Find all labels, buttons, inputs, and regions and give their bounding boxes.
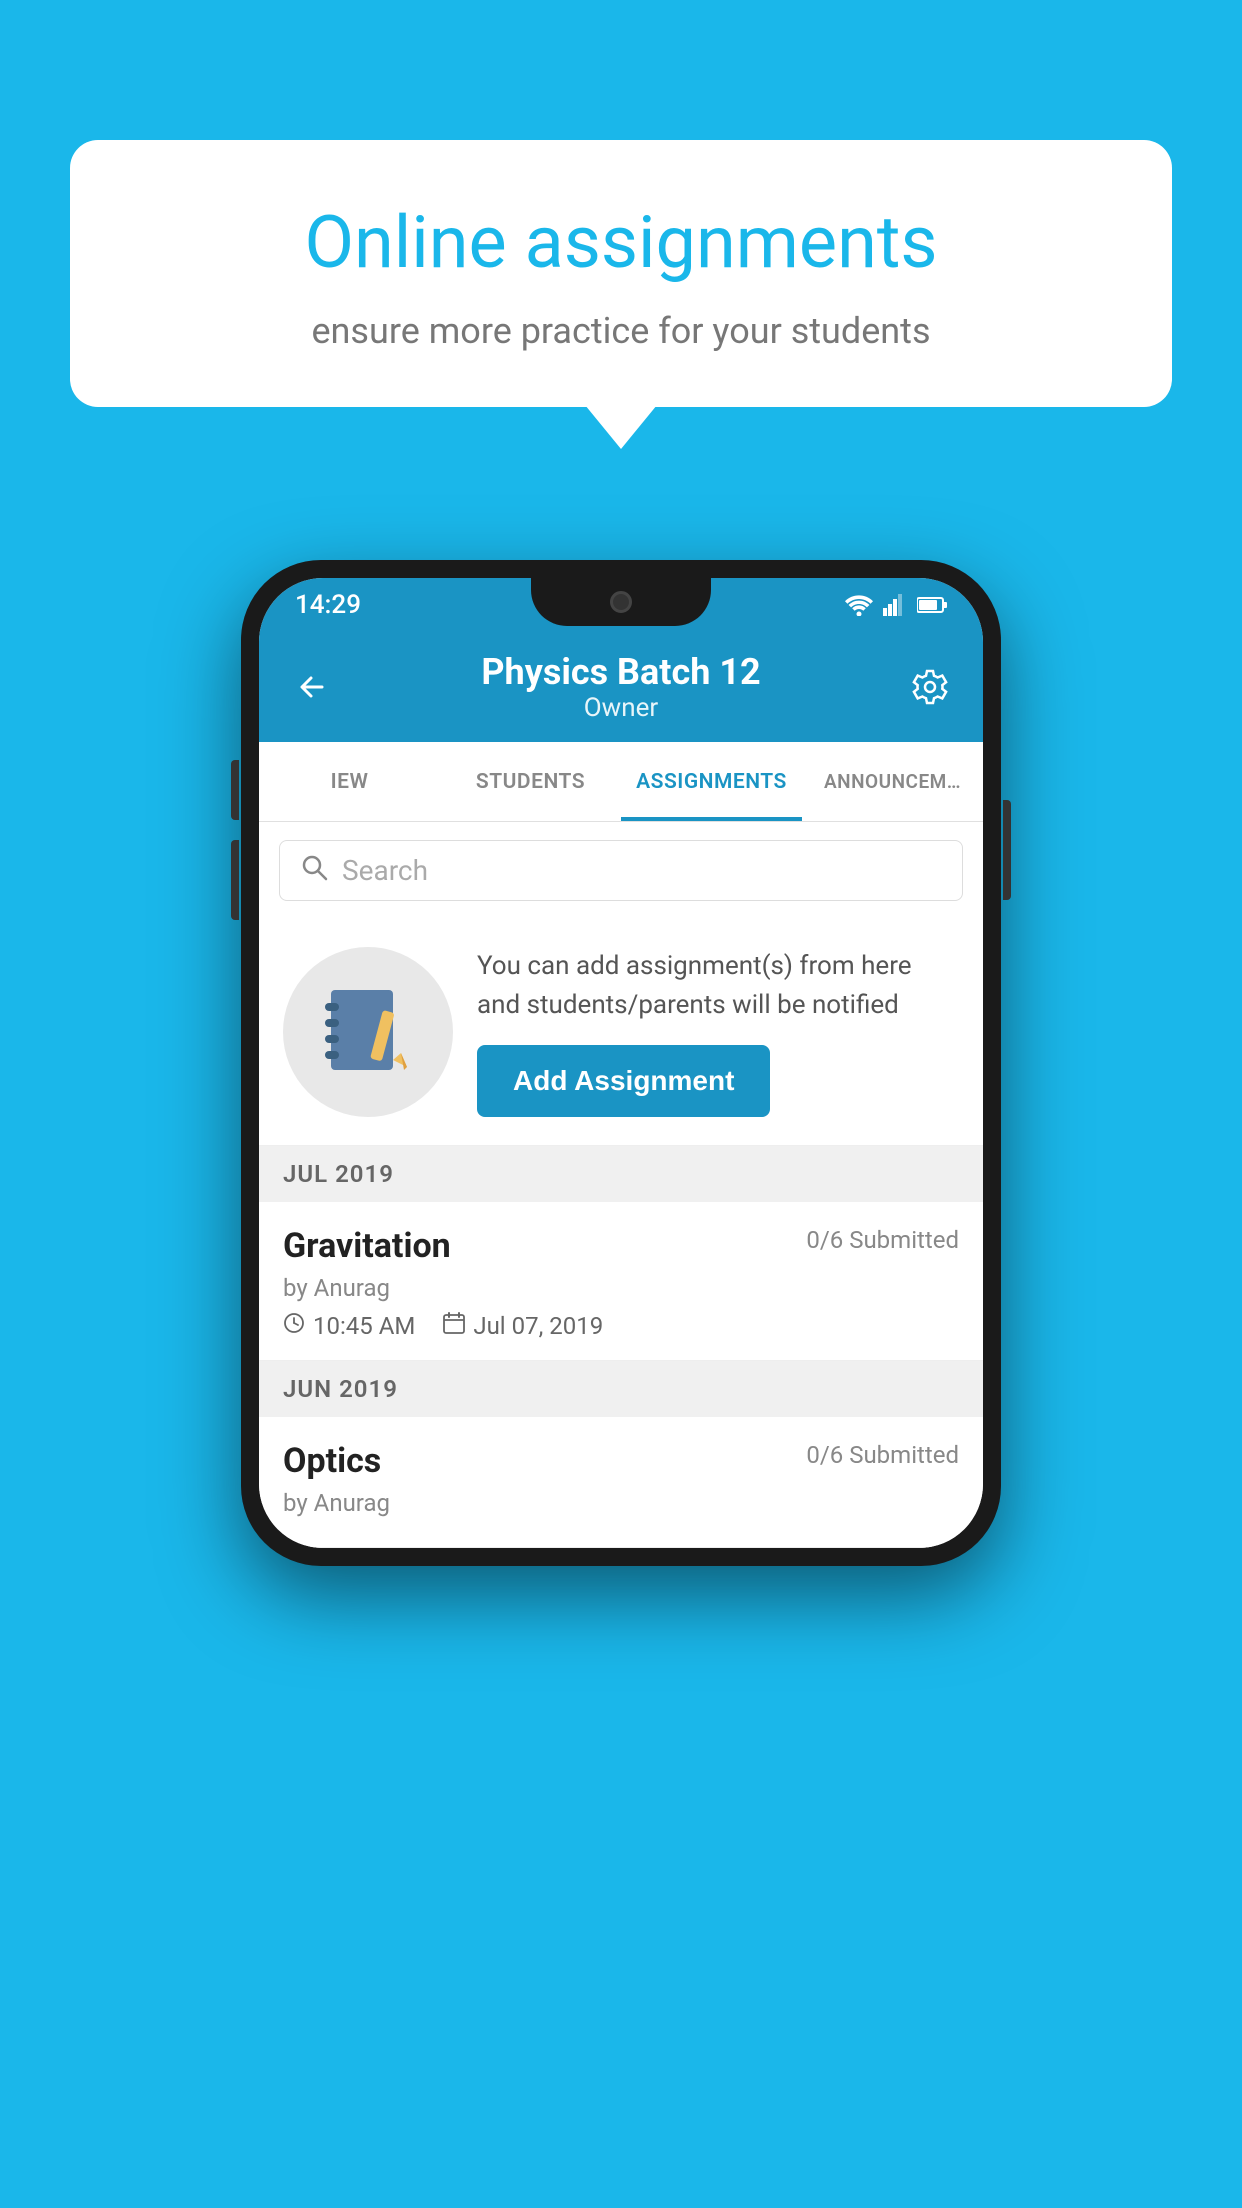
phone-device: 14:29 — [241, 560, 1001, 1566]
back-button[interactable] — [287, 662, 337, 712]
status-time: 14:29 — [295, 590, 361, 620]
vol-down-button — [231, 840, 239, 920]
info-text-area: You can add assignment(s) from here and … — [477, 947, 959, 1117]
assignment-date: Jul 07, 2019 — [473, 1312, 603, 1340]
tab-announcements[interactable]: ANNOUNCEM… — [802, 742, 983, 821]
front-camera — [610, 591, 632, 613]
vol-up-button — [231, 760, 239, 820]
assignment-title: Gravitation — [283, 1226, 451, 1266]
clock-icon — [283, 1312, 305, 1340]
phone-shell: 14:29 — [241, 560, 1001, 1566]
settings-button[interactable] — [905, 662, 955, 712]
batch-role: Owner — [337, 693, 905, 723]
assignment-header-optics: Optics 0/6 Submitted — [283, 1441, 959, 1481]
calendar-icon — [443, 1312, 465, 1340]
info-description: You can add assignment(s) from here and … — [477, 947, 959, 1025]
app-bar: Physics Batch 12 Owner — [259, 632, 983, 742]
power-button — [1003, 800, 1011, 900]
assignment-time: 10:45 AM — [313, 1312, 415, 1340]
search-container: Search — [259, 822, 983, 919]
phone-notch — [531, 578, 711, 626]
date-meta: Jul 07, 2019 — [443, 1312, 603, 1340]
search-box[interactable]: Search — [279, 840, 963, 901]
wifi-icon — [845, 594, 873, 616]
app-bar-title-group: Physics Batch 12 Owner — [337, 651, 905, 723]
phone-screen: 14:29 — [259, 578, 983, 1548]
tabs-bar: IEW STUDENTS ASSIGNMENTS ANNOUNCEM… — [259, 742, 983, 822]
section-header-jul: JUL 2019 — [259, 1146, 983, 1202]
assignment-item-gravitation[interactable]: Gravitation 0/6 Submitted by Anurag — [259, 1202, 983, 1361]
time-meta: 10:45 AM — [283, 1312, 415, 1340]
tab-assignments[interactable]: ASSIGNMENTS — [621, 742, 802, 821]
section-month-jun: JUN 2019 — [283, 1375, 398, 1403]
info-card: You can add assignment(s) from here and … — [259, 919, 983, 1146]
add-assignment-button[interactable]: Add Assignment — [477, 1045, 770, 1117]
status-icons — [845, 594, 947, 616]
section-header-jun: JUN 2019 — [259, 1361, 983, 1417]
section-month-jul: JUL 2019 — [283, 1160, 394, 1188]
search-icon — [300, 853, 328, 888]
notebook-icon — [323, 985, 413, 1080]
optics-submitted: 0/6 Submitted — [806, 1441, 959, 1469]
promo-section: Online assignments ensure more practice … — [70, 140, 1172, 407]
signal-icon — [883, 594, 907, 616]
tab-students[interactable]: STUDENTS — [440, 742, 621, 821]
search-placeholder: Search — [342, 854, 428, 887]
battery-icon — [917, 596, 947, 614]
batch-name: Physics Batch 12 — [337, 651, 905, 693]
assignment-meta: 10:45 AM Jul 07, 2019 — [283, 1312, 959, 1340]
bubble-title: Online assignments — [150, 200, 1092, 286]
notebook-icon-wrap — [283, 947, 453, 1117]
assignment-header: Gravitation 0/6 Submitted — [283, 1226, 959, 1266]
bubble-subtitle: ensure more practice for your students — [150, 310, 1092, 352]
assignment-author: by Anurag — [283, 1274, 959, 1302]
speech-bubble: Online assignments ensure more practice … — [70, 140, 1172, 407]
optics-author: by Anurag — [283, 1489, 959, 1517]
optics-title: Optics — [283, 1441, 381, 1481]
tab-iew[interactable]: IEW — [259, 742, 440, 821]
assignment-item-optics[interactable]: Optics 0/6 Submitted by Anurag — [259, 1417, 983, 1548]
assignment-submitted: 0/6 Submitted — [806, 1226, 959, 1254]
